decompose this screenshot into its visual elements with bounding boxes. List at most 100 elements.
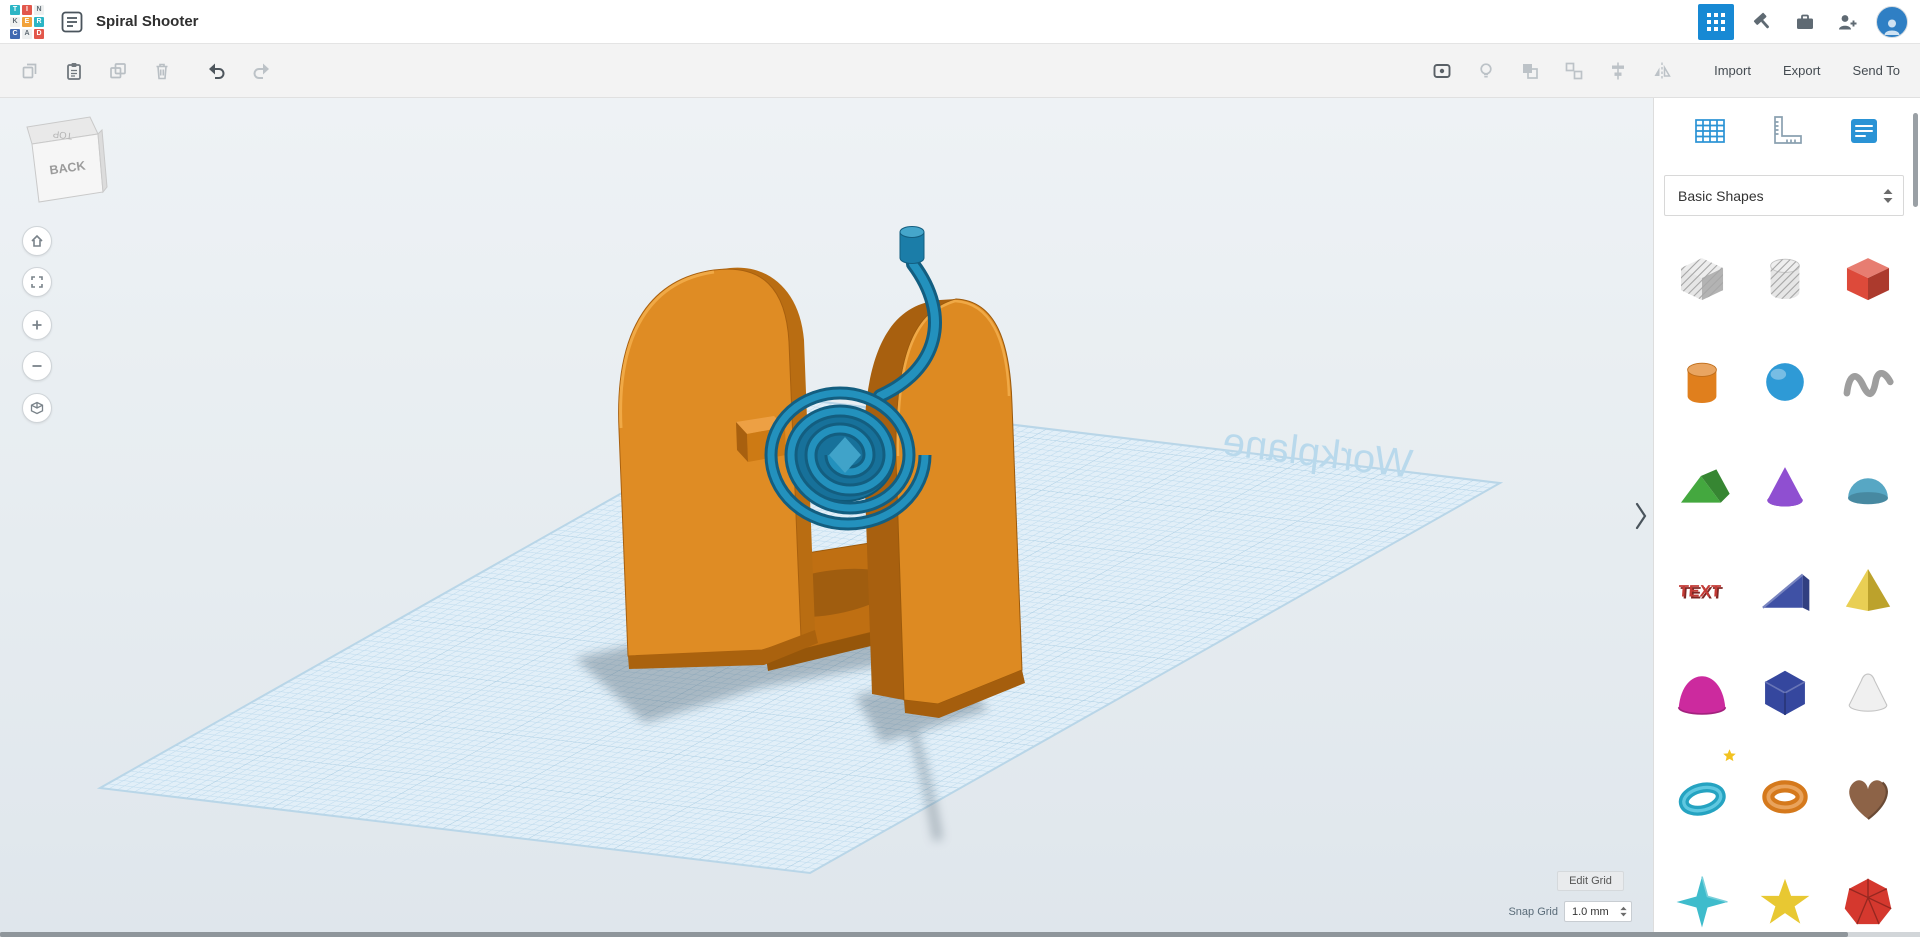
logo-tile-N: N	[34, 5, 44, 15]
import-button[interactable]: Import	[1702, 55, 1763, 86]
invite-button[interactable]	[1834, 9, 1860, 35]
group-button[interactable]	[1515, 56, 1545, 86]
paste-button[interactable]	[59, 56, 89, 86]
mirror-button[interactable]	[1647, 56, 1677, 86]
shape-tile-heart[interactable]	[1827, 746, 1910, 850]
shape-tile-box[interactable]	[1827, 226, 1910, 330]
redo-button[interactable]	[246, 56, 276, 86]
fit-view-button[interactable]	[22, 267, 52, 297]
star-four-shape-icon	[1671, 871, 1733, 933]
shape-tile-pyramid[interactable]	[1827, 538, 1910, 642]
shape-tile-scribble[interactable]	[1827, 330, 1910, 434]
shape-tile-tube[interactable]	[1743, 746, 1826, 850]
shape-tile-wedge[interactable]	[1743, 538, 1826, 642]
shape-tile-text[interactable]: TEXTTEXT	[1660, 538, 1743, 642]
projects-button[interactable]	[1792, 9, 1818, 35]
undo-button[interactable]	[202, 56, 232, 86]
ruler-icon	[1768, 112, 1806, 150]
avatar[interactable]	[1876, 6, 1908, 38]
soft-cone-shape-icon	[1837, 663, 1899, 725]
group-icon	[1519, 60, 1541, 82]
export-button[interactable]: Export	[1771, 55, 1833, 86]
scene-canvas[interactable]: Workplane	[0, 98, 1653, 937]
perspective-toggle-button[interactable]	[22, 393, 52, 423]
design-menu-icon[interactable]	[60, 10, 84, 34]
person-add-icon	[1836, 11, 1858, 33]
toolbar: Import Export Send To	[0, 44, 1920, 98]
redo-icon	[250, 60, 272, 82]
align-button[interactable]	[1603, 56, 1633, 86]
view-cube-top-label: TOP	[52, 128, 73, 141]
copy-icon	[19, 60, 41, 82]
copy-button[interactable]	[15, 56, 45, 86]
notes-icon	[1845, 112, 1883, 150]
paste-icon	[63, 60, 85, 82]
box-hole-shape-icon	[1671, 247, 1733, 309]
home-icon	[29, 233, 45, 249]
delete-button[interactable]	[147, 56, 177, 86]
home-view-button[interactable]	[22, 226, 52, 256]
briefcase-icon	[1794, 11, 1816, 33]
send-to-button[interactable]: Send To	[1841, 55, 1912, 86]
ruler-tool-button[interactable]	[1765, 109, 1809, 153]
shape-tile-cylinder-hole[interactable]	[1743, 226, 1826, 330]
perspective-icon	[29, 400, 45, 416]
apps-grid-icon	[1707, 13, 1725, 31]
zoom-in-button[interactable]	[22, 310, 52, 340]
shape-tile-roof[interactable]	[1660, 434, 1743, 538]
logo-tile-I: I	[22, 5, 32, 15]
shape-tile-soft-cone[interactable]	[1827, 642, 1910, 746]
tinkercad-logo[interactable]: TINKERCAD	[10, 5, 44, 39]
logo-tile-T: T	[10, 5, 20, 15]
shape-category-dropdown[interactable]: Basic Shapes	[1664, 175, 1904, 216]
shape-tile-box-hole[interactable]	[1660, 226, 1743, 330]
shape-tile-half-sphere[interactable]	[1827, 434, 1910, 538]
shape-tile-sphere[interactable]	[1743, 330, 1826, 434]
snap-grid-label: Snap Grid	[1470, 906, 1558, 918]
edit-grid-button[interactable]: Edit Grid	[1557, 871, 1624, 891]
star-shape-icon	[1754, 871, 1816, 933]
mirror-icon	[1651, 60, 1673, 82]
bulb-icon	[1475, 60, 1497, 82]
box-shape-icon	[1837, 247, 1899, 309]
zoom-out-button[interactable]	[22, 351, 52, 381]
person-icon	[1881, 15, 1903, 37]
tinker-tools-button[interactable]	[1750, 9, 1776, 35]
shape-tile-star-four[interactable]	[1660, 850, 1743, 937]
shape-tile-cone[interactable]	[1743, 434, 1826, 538]
zoom-out-icon	[29, 358, 45, 374]
duplicate-button[interactable]	[103, 56, 133, 86]
panel-scrollbar[interactable]	[1913, 113, 1918, 207]
shape-tile-star[interactable]	[1743, 850, 1826, 937]
lighting-button[interactable]	[1471, 56, 1501, 86]
apps-grid-button[interactable]	[1698, 4, 1734, 40]
notes-tool-button[interactable]	[1842, 109, 1886, 153]
horizontal-scrollbar[interactable]	[0, 932, 1920, 937]
view-cube[interactable]: TOP BACK	[18, 110, 130, 210]
shape-tile-cylinder[interactable]	[1660, 330, 1743, 434]
snap-grid-select[interactable]: 1.0 mm	[1564, 901, 1632, 922]
shape-tile-icosphere[interactable]	[1827, 850, 1910, 937]
horizontal-scrollbar-thumb[interactable]	[0, 932, 1848, 937]
text-shape-icon: TEXTTEXT	[1671, 559, 1733, 621]
viewport[interactable]: Workplane	[0, 98, 1653, 937]
design-title: Spiral Shooter	[96, 13, 199, 30]
icosphere-shape-icon	[1837, 871, 1899, 933]
stepper-icon	[1620, 906, 1627, 917]
duplicate-icon	[107, 60, 129, 82]
ungroup-button[interactable]	[1559, 56, 1589, 86]
undo-icon	[206, 60, 228, 82]
logo-tile-D: D	[34, 29, 44, 39]
shape-tile-paraboloid[interactable]	[1660, 642, 1743, 746]
zoom-in-icon	[29, 317, 45, 333]
shapes-grid: TEXTTEXT	[1660, 226, 1910, 937]
shape-tile-hex-prism[interactable]	[1743, 642, 1826, 746]
svg-text:TEXT: TEXT	[1678, 582, 1722, 601]
shape-tile-torus[interactable]	[1660, 746, 1743, 850]
panel-collapse-handle[interactable]	[1632, 500, 1650, 532]
cylinder-shape-icon	[1671, 351, 1733, 413]
workplane-tool-button[interactable]	[1688, 109, 1732, 153]
show-all-icon	[1431, 60, 1453, 82]
show-all-button[interactable]	[1427, 56, 1457, 86]
logo-tile-K: K	[10, 17, 20, 27]
